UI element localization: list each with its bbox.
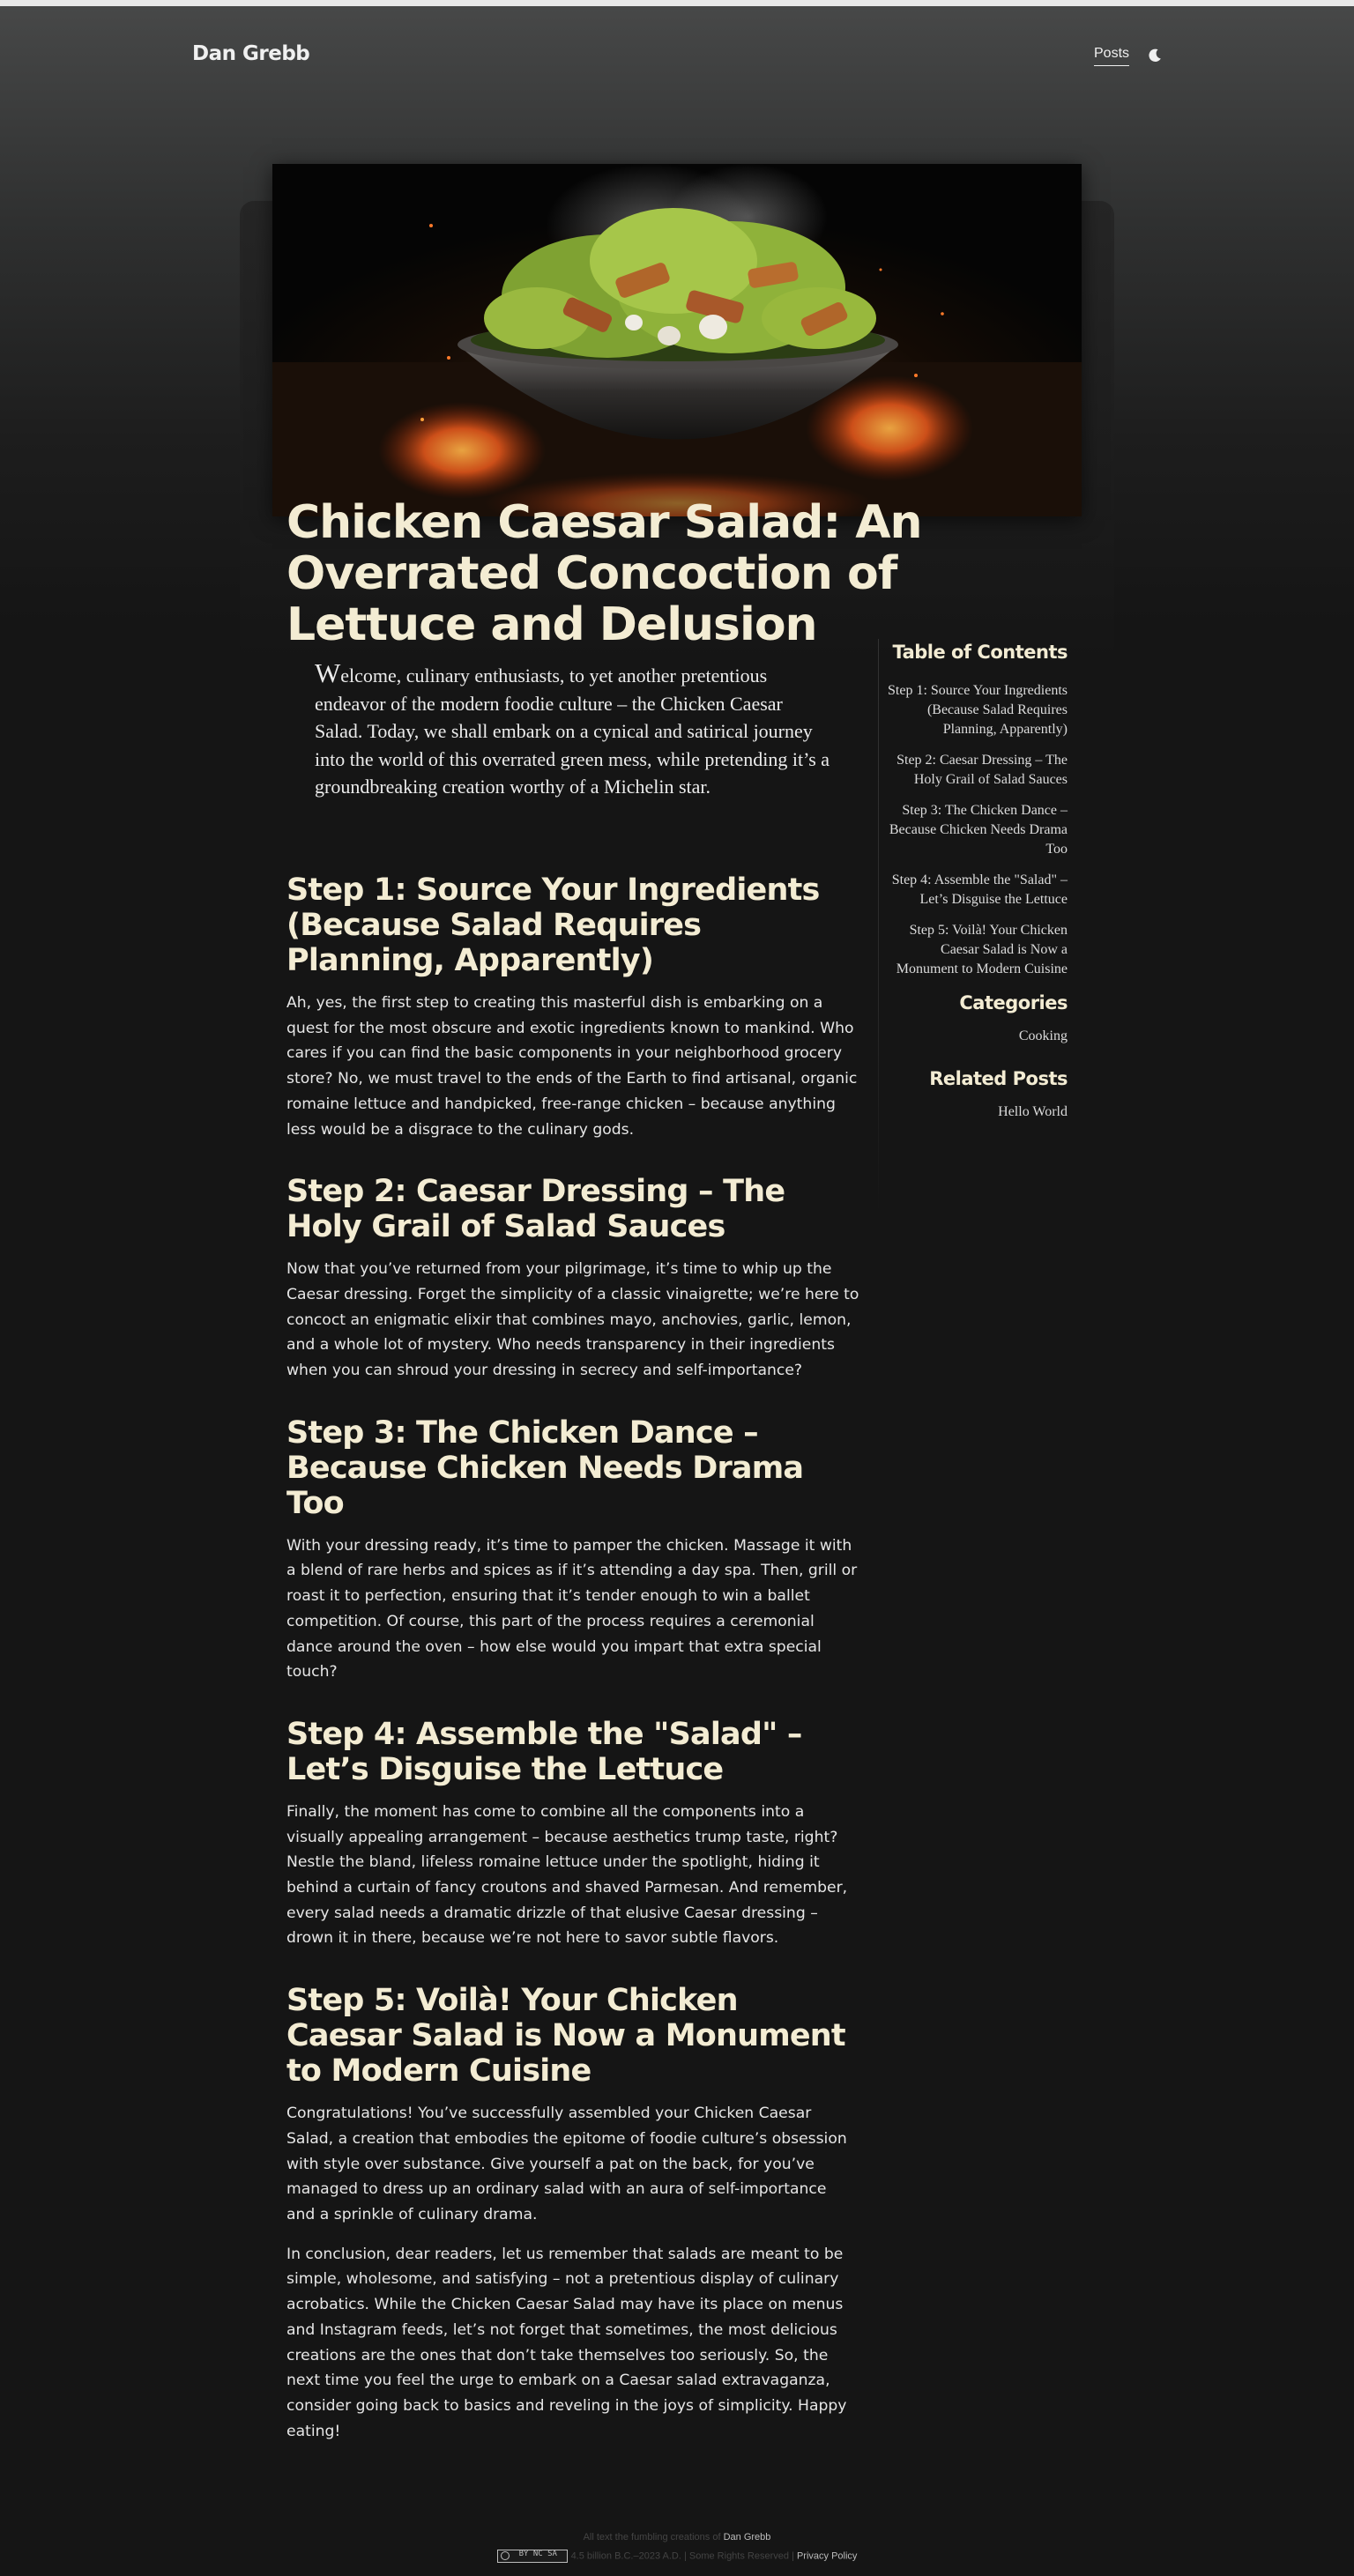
moon-icon[interactable] — [1146, 47, 1164, 64]
intro-paragraph: Welcome, culinary enthusiasts, to yet an… — [315, 659, 835, 801]
footer-credit-line: All text the fumbling creations of Dan G… — [0, 2532, 1354, 2543]
footer-credit-text: All text the fumbling creations of — [583, 2532, 721, 2543]
post-content: Step 1: Source Your Ingredients (Because… — [286, 872, 859, 2476]
top-border — [0, 0, 1354, 6]
section-heading-step-4: Step 4: Assemble the "Salad" – Let’s Dis… — [286, 1716, 802, 1787]
section-heading-step-2: Step 2: Caesar Dressing – The Holy Grail… — [286, 1174, 785, 1245]
section-paragraph: Ah, yes, the first step to creating this… — [286, 994, 858, 1139]
section-paragraph: With your dressing ready, it’s time to p… — [286, 1536, 858, 1681]
hero-image — [272, 164, 1082, 516]
sidebar-divider — [878, 639, 879, 1212]
section-paragraph: Finally, the moment has come to combine … — [286, 1802, 848, 1948]
footer-author-link[interactable]: Dan Grebb — [724, 2532, 771, 2543]
intro-text: elcome, culinary enthusiasts, to yet ano… — [315, 664, 830, 798]
footer-rights-line: BY NC SA 4.5 billion B.C.–2023 A.D. | Som… — [0, 2550, 1354, 2563]
section-heading-step-1: Step 1: Source Your Ingredients (Because… — [286, 872, 820, 978]
toc-link-step-2[interactable]: Step 2: Caesar Dressing – The Holy Grail… — [882, 751, 1068, 790]
toc-link-step-3[interactable]: Step 3: The Chicken Dance – Because Chic… — [882, 801, 1068, 859]
section-paragraph: Now that you’ve returned from your pilgr… — [286, 1260, 859, 1380]
categories-heading: Categories — [959, 992, 1068, 1013]
section-paragraph: In conclusion, dear readers, let us reme… — [286, 2245, 847, 2440]
toc-list: Step 1: Source Your Ingredients (Because… — [882, 681, 1068, 979]
section-paragraph: Congratulations! You’ve successfully ass… — [286, 2105, 847, 2223]
toc-heading: Table of Contents — [892, 642, 1068, 663]
footer-rights-text: 4.5 billion B.C.–2023 A.D. | Some Rights… — [570, 2550, 794, 2562]
privacy-policy-link[interactable]: Privacy Policy — [797, 2550, 857, 2561]
post-title: Chicken Caesar Salad: An Overrated Conco… — [286, 496, 923, 651]
toc-link-step-4[interactable]: Step 4: Assemble the "Salad" – Let’s Dis… — [882, 871, 1068, 909]
intro-dropcap: W — [315, 657, 341, 688]
section-heading-step-5: Step 5: Voilà! Your Chicken Caesar Salad… — [286, 1983, 846, 2090]
caesar-salad-bowl-image — [272, 164, 1082, 516]
creative-commons-badge-icon[interactable]: BY NC SA — [496, 2550, 568, 2563]
toc-link-step-5[interactable]: Step 5: Voilà! Your Chicken Caesar Salad… — [882, 921, 1068, 979]
site-title-link[interactable]: Dan Grebb — [192, 42, 310, 65]
related-posts-heading: Related Posts — [929, 1068, 1068, 1089]
related-post-link[interactable]: Hello World — [882, 1102, 1068, 1122]
sidebar: Table of Contents Step 1: Source Your In… — [882, 641, 1068, 1122]
toc-link-step-1[interactable]: Step 1: Source Your Ingredients (Because… — [882, 681, 1068, 739]
category-link-cooking[interactable]: Cooking — [882, 1027, 1068, 1046]
section-heading-step-3: Step 3: The Chicken Dance – Because Chic… — [286, 1414, 804, 1521]
nav-posts-link[interactable]: Posts — [1094, 46, 1130, 66]
